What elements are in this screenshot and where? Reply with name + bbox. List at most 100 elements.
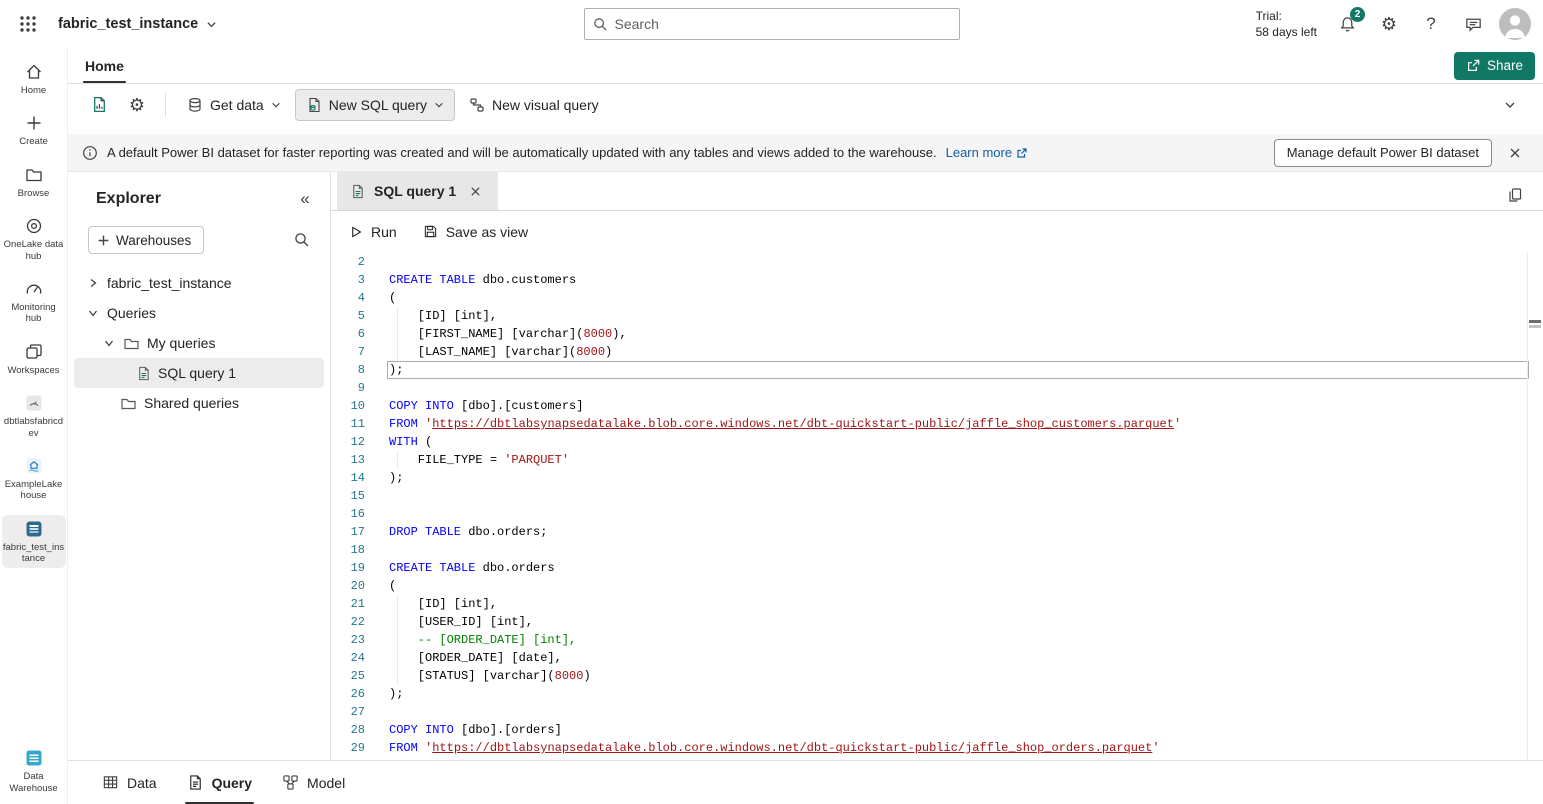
- collapse-ribbon-button[interactable]: [1493, 89, 1527, 121]
- tab-sql-query-1[interactable]: SQL query 1: [337, 172, 498, 210]
- code-line-20[interactable]: 20(: [331, 577, 1543, 595]
- tab-home[interactable]: Home: [83, 48, 126, 83]
- run-button[interactable]: Run: [339, 217, 407, 247]
- code-line-12[interactable]: 12WITH (: [331, 433, 1543, 451]
- line-number: 10: [331, 397, 365, 415]
- code-line-18[interactable]: 18: [331, 541, 1543, 559]
- code-line-15[interactable]: 15: [331, 487, 1543, 505]
- code-line-14[interactable]: 14);: [331, 469, 1543, 487]
- nav-item-browse[interactable]: Browse: [2, 161, 66, 203]
- nav-item-examplelakehouse[interactable]: ExampleLakehouse: [2, 452, 66, 506]
- line-number: 28: [331, 721, 365, 739]
- tree-item-sql-query-1[interactable]: SQL query 1: [74, 358, 324, 388]
- code-line-25[interactable]: 25 [STATUS] [varchar](8000): [331, 667, 1543, 685]
- code-line-8[interactable]: 8);: [331, 361, 1543, 379]
- code-line-3[interactable]: 3CREATE TABLE dbo.customers: [331, 271, 1543, 289]
- workspace-name: fabric_test_instance: [58, 16, 198, 32]
- code-text: [STATUS] [varchar](8000): [365, 667, 591, 685]
- code-line-27[interactable]: 27: [331, 703, 1543, 721]
- view-tab-data[interactable]: Data: [94, 761, 165, 804]
- line-number: 29: [331, 739, 365, 757]
- gear-icon: ⚙: [129, 96, 145, 114]
- search-input[interactable]: [615, 16, 951, 32]
- new-sql-query-button[interactable]: New SQL query: [295, 89, 455, 121]
- nav-item-fabric-test-instance[interactable]: fabric_test_instance: [2, 515, 66, 569]
- browse-icon: [24, 165, 44, 185]
- chevron-down-icon[interactable]: [102, 337, 116, 349]
- code-text: (: [365, 289, 396, 307]
- code-line-23[interactable]: 23 -- [ORDER_DATE] [int],: [331, 631, 1543, 649]
- get-data-button[interactable]: Get data: [177, 89, 291, 121]
- line-number: 18: [331, 541, 365, 559]
- save-as-view-button[interactable]: Save as view: [413, 217, 538, 247]
- chevron-down-icon: [206, 19, 217, 30]
- code-line-26[interactable]: 26);: [331, 685, 1543, 703]
- tree-item-my-queries[interactable]: My queries: [74, 328, 324, 358]
- nav-item-dbtlabsfabricdev[interactable]: dbtlabsfabricdev: [2, 389, 66, 443]
- warehouse-settings-button[interactable]: ⚙: [120, 89, 154, 121]
- nav-item-onelake-data-hub[interactable]: OneLake data hub: [2, 212, 66, 266]
- new-report-button[interactable]: [82, 89, 116, 121]
- code-text: [365, 505, 389, 523]
- new-visual-query-button[interactable]: New visual query: [459, 89, 609, 121]
- share-button[interactable]: Share: [1454, 52, 1535, 80]
- code-line-4[interactable]: 4(: [331, 289, 1543, 307]
- settings-button[interactable]: ⚙: [1373, 8, 1405, 40]
- code-line-21[interactable]: 21 [ID] [int],: [331, 595, 1543, 613]
- save-icon: [423, 224, 438, 239]
- close-tab-button[interactable]: [465, 181, 485, 201]
- code-line-2[interactable]: 2: [331, 253, 1543, 271]
- add-warehouses-button[interactable]: Warehouses: [88, 226, 204, 254]
- code-line-6[interactable]: 6 [FIRST_NAME] [varchar](8000),: [331, 325, 1543, 343]
- learn-more-link[interactable]: Learn more: [946, 145, 1028, 160]
- help-button[interactable]: ?: [1415, 8, 1447, 40]
- app-launcher-button[interactable]: [12, 8, 44, 40]
- query-toolbar: Run Save as view: [331, 211, 1543, 252]
- chevron-right-icon[interactable]: [86, 277, 100, 289]
- sql-editor[interactable]: 23CREATE TABLE dbo.customers4(5 [ID] [in…: [331, 252, 1543, 760]
- duplicate-tab-button[interactable]: [1499, 179, 1531, 211]
- nav-item-monitoring-hub[interactable]: Monitoring hub: [2, 275, 66, 329]
- view-tab-query[interactable]: Query: [179, 761, 260, 804]
- code-text: FILE_TYPE = 'PARQUET': [365, 451, 569, 469]
- chevron-down-icon[interactable]: [86, 307, 100, 319]
- code-line-24[interactable]: 24 [ORDER_DATE] [date],: [331, 649, 1543, 667]
- code-line-17[interactable]: 17DROP TABLE dbo.orders;: [331, 523, 1543, 541]
- workspace-switcher[interactable]: fabric_test_instance: [58, 16, 217, 32]
- trial-label: Trial:: [1256, 8, 1317, 24]
- explorer-search-button[interactable]: [286, 224, 318, 256]
- code-line-19[interactable]: 19CREATE TABLE dbo.orders: [331, 559, 1543, 577]
- nav-item-data-warehouse[interactable]: Data Warehouse: [2, 744, 66, 798]
- feedback-button[interactable]: [1457, 8, 1489, 40]
- code-line-5[interactable]: 5 [ID] [int],: [331, 307, 1543, 325]
- info-banner: A default Power BI dataset for faster re…: [68, 134, 1543, 172]
- banner-close-button[interactable]: [1501, 139, 1529, 167]
- code-line-11[interactable]: 11FROM 'https://dbtlabsynapsedatalake.bl…: [331, 415, 1543, 433]
- play-icon: [349, 225, 363, 239]
- code-line-13[interactable]: 13 FILE_TYPE = 'PARQUET': [331, 451, 1543, 469]
- code-line-7[interactable]: 7 [LAST_NAME] [varchar](8000): [331, 343, 1543, 361]
- collapse-explorer-button[interactable]: «: [292, 186, 318, 212]
- view-tab-model[interactable]: Model: [274, 761, 353, 804]
- tree-item-shared-queries[interactable]: Shared queries: [74, 388, 324, 418]
- search-box[interactable]: [584, 8, 960, 40]
- code-line-22[interactable]: 22 [USER_ID] [int],: [331, 613, 1543, 631]
- code-line-28[interactable]: 28COPY INTO [dbo].[orders]: [331, 721, 1543, 739]
- code-line-10[interactable]: 10COPY INTO [dbo].[customers]: [331, 397, 1543, 415]
- code-line-9[interactable]: 9: [331, 379, 1543, 397]
- avatar[interactable]: [1499, 8, 1531, 40]
- code-line-16[interactable]: 16: [331, 505, 1543, 523]
- line-number: 24: [331, 649, 365, 667]
- manage-dataset-button[interactable]: Manage default Power BI dataset: [1274, 139, 1492, 167]
- nav-item-workspaces[interactable]: Workspaces: [2, 338, 66, 380]
- code-line-29[interactable]: 29FROM 'https://dbtlabsynapsedatalake.bl…: [331, 739, 1543, 757]
- nav-item-create[interactable]: Create: [2, 109, 66, 151]
- banner-message: A default Power BI dataset for faster re…: [107, 145, 937, 160]
- tree-item-fabric-test-instance[interactable]: fabric_test_instance: [74, 268, 324, 298]
- code-text: [365, 253, 389, 271]
- tree-item-queries[interactable]: Queries: [74, 298, 324, 328]
- line-number: 5: [331, 307, 365, 325]
- code-text: [USER_ID] [int],: [365, 613, 533, 631]
- nav-item-home[interactable]: Home: [2, 58, 66, 100]
- code-text: [ID] [int],: [365, 595, 497, 613]
